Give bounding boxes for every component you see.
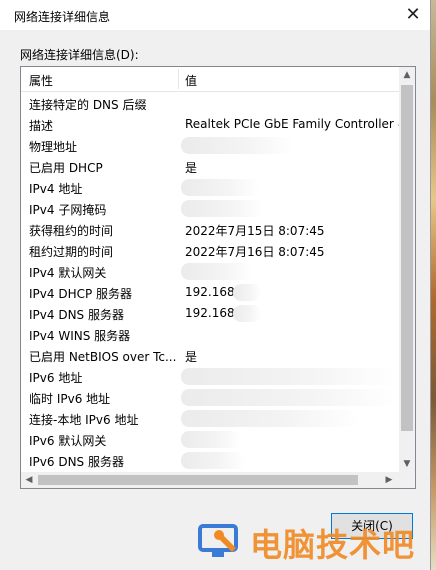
scroll-down-icon[interactable]: ▼ (399, 456, 415, 473)
redacted-value (233, 284, 261, 301)
table-row[interactable]: 已启用 NetBIOS over Tc... 是 (21, 345, 399, 366)
redacted-value (181, 452, 245, 469)
table-row[interactable]: IPv4 WINS 服务器 (21, 324, 399, 345)
watermark: 电脑技术吧 (198, 520, 434, 566)
property-name: 物理地址 (29, 140, 78, 154)
redacted-value (181, 179, 259, 196)
property-name: 连接-本地 IPv6 地址 (29, 413, 139, 427)
watermark-text: 电脑技术吧 (250, 526, 416, 564)
table-row[interactable]: IPv4 地址 (21, 177, 399, 198)
property-name: 临时 IPv6 地址 (29, 392, 111, 406)
property-name: IPv6 地址 (29, 371, 83, 385)
property-value: 192.168. (185, 306, 239, 320)
table-row[interactable]: 临时 IPv6 地址 (21, 387, 399, 408)
monitor-tool-icon (198, 524, 238, 557)
property-name: 已启用 DHCP (29, 161, 103, 175)
property-value: 是 (185, 350, 198, 364)
scroll-thumb[interactable] (401, 85, 413, 431)
vertical-scrollbar[interactable]: ▲ ▼ (399, 67, 415, 473)
property-name: 获得租约的时间 (29, 224, 114, 238)
list-rows: 连接特定的 DNS 后缀 描述 Realtek PCIe GbE Family Co… (21, 93, 399, 471)
property-name: IPv4 DHCP 服务器 (29, 287, 133, 301)
table-row[interactable]: IPv6 DNS 服务器 (21, 450, 399, 471)
property-value: 192.168. (185, 285, 239, 299)
property-value: Realtek PCIe GbE Family Controller # (185, 117, 399, 131)
property-name: IPv4 子网掩码 (29, 203, 107, 217)
redacted-value (181, 263, 253, 280)
redacted-value (181, 389, 397, 406)
property-name: IPv4 地址 (29, 182, 83, 196)
scroll-left-icon[interactable]: ◀ (21, 472, 37, 488)
column-divider[interactable] (178, 69, 179, 89)
details-group-label: 网络连接详细信息(D): (20, 48, 139, 62)
table-row[interactable]: 已启用 DHCP 是 (21, 156, 399, 177)
property-value: 是 (185, 161, 198, 175)
property-value: 2022年7月15日 8:07:45 (185, 224, 325, 238)
property-name: IPv4 默认网关 (29, 266, 107, 280)
table-row[interactable]: IPv4 子网掩码 (21, 198, 399, 219)
table-row[interactable]: IPv4 DHCP 服务器 192.168. (21, 282, 399, 303)
details-list[interactable]: 属性 值 连接特定的 DNS 后缀 描述 Realtek PCIe GbE Fami… (20, 66, 416, 474)
table-row[interactable]: 租约过期的时间 2022年7月16日 8:07:45 (21, 240, 399, 261)
property-name: IPv6 默认网关 (29, 434, 107, 448)
property-name: IPv6 DNS 服务器 (29, 455, 124, 469)
table-row[interactable]: 物理地址 (21, 135, 399, 156)
redacted-value (181, 410, 361, 427)
redacted-value (181, 368, 397, 385)
table-row[interactable]: 获得租约的时间 2022年7月15日 8:07:45 (21, 219, 399, 240)
network-details-dialog: 网络连接详细信息 ✕ 网络连接详细信息(D): 属性 值 连接特定的 DNS 后… (0, 0, 431, 570)
list-header: 属性 值 (21, 67, 399, 92)
title-bar: 网络连接详细信息 ✕ (0, 0, 430, 30)
redacted-value (181, 137, 293, 154)
property-value: 2022年7月16日 8:07:45 (185, 245, 325, 259)
column-header-property[interactable]: 属性 (29, 72, 53, 89)
close-icon[interactable]: ✕ (400, 2, 426, 28)
redacted-value (181, 200, 263, 217)
redacted-value (181, 431, 241, 448)
property-name: IPv4 DNS 服务器 (29, 308, 124, 322)
redacted-value (233, 305, 261, 322)
table-row[interactable]: 连接特定的 DNS 后缀 (21, 93, 399, 114)
scroll-up-icon[interactable]: ▲ (399, 67, 415, 84)
property-name: 连接特定的 DNS 后缀 (29, 98, 147, 112)
horizontal-scroll-thumb[interactable] (38, 475, 358, 485)
table-row[interactable]: IPv4 默认网关 (21, 261, 399, 282)
table-row[interactable]: IPv6 地址 (21, 366, 399, 387)
horizontal-scrollbar[interactable]: ◀ ▶ (20, 472, 416, 489)
scroll-right-icon[interactable]: ▶ (381, 472, 397, 488)
column-header-value[interactable]: 值 (185, 72, 197, 89)
property-name: 租约过期的时间 (29, 245, 114, 259)
table-row[interactable]: 连接-本地 IPv6 地址 (21, 408, 399, 429)
table-row[interactable]: IPv6 默认网关 (21, 429, 399, 450)
table-row[interactable]: 描述 Realtek PCIe GbE Family Controller # (21, 114, 399, 135)
table-row[interactable]: IPv4 DNS 服务器 192.168. (21, 303, 399, 324)
property-name: 描述 (29, 119, 54, 133)
property-name: IPv4 WINS 服务器 (29, 329, 131, 343)
window-title: 网络连接详细信息 (14, 10, 111, 24)
property-name: 已启用 NetBIOS over Tc... (29, 350, 177, 364)
